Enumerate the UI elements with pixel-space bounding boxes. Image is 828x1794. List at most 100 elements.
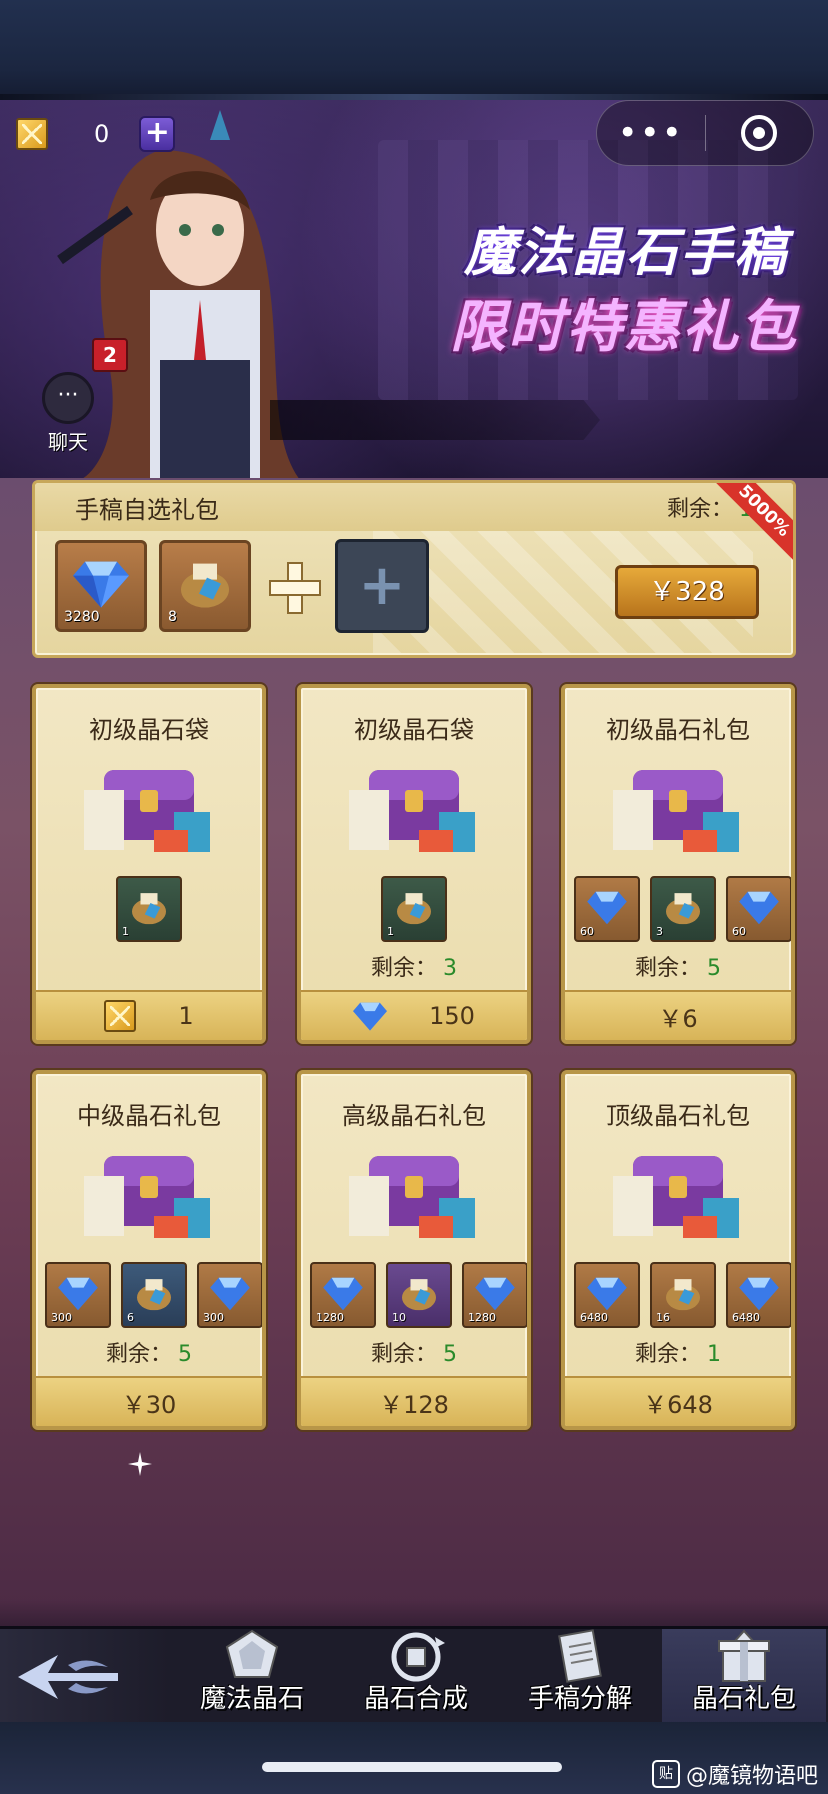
card-item-slot[interactable]: 3 xyxy=(650,876,716,942)
item-count: 3 xyxy=(656,925,663,938)
shop-card[interactable]: 初级晶石礼包 60 3 60 剩余： 5 ￥6 xyxy=(561,684,795,1044)
shop-card[interactable]: 高级晶石礼包 1280 10 1280 剩余： 5 ￥128 xyxy=(297,1070,531,1430)
manuscript-bag-icon xyxy=(137,1279,171,1311)
nav-label: 手稿分解 xyxy=(527,1684,632,1714)
blue-crystal-icon xyxy=(587,891,627,925)
card-item-slot[interactable]: 300 xyxy=(45,1262,111,1328)
manuscript-decompose-icon xyxy=(558,1629,602,1683)
add-currency-button[interactable]: + xyxy=(139,116,176,152)
card-remain-value: 5 xyxy=(178,1342,192,1367)
card-item-slot[interactable]: 1280 xyxy=(310,1262,376,1328)
back-button[interactable] xyxy=(0,1629,170,1725)
card-item-slot[interactable]: 300 xyxy=(197,1262,262,1328)
card-price-button[interactable]: 1 xyxy=(36,990,262,1040)
card-remain: 剩余： 3 xyxy=(370,956,457,981)
manuscript-select-pack: 手稿自选礼包 剩余：1 5000% 3280 8 + ￥328 xyxy=(32,480,796,658)
nav-tab-manuscript-decompose[interactable]: 手稿分解 xyxy=(498,1629,662,1725)
card-item-slot[interactable]: 60 xyxy=(574,876,640,942)
add-item-slot[interactable]: + xyxy=(335,539,429,633)
card-items: 1 xyxy=(36,876,262,942)
gift-item-slot[interactable]: 8 xyxy=(159,540,251,632)
crystal-token-icon xyxy=(16,118,48,150)
blue-crystal-icon xyxy=(58,1277,98,1311)
shop-card[interactable]: 中级晶石礼包 300 6 300 剩余： 5 ￥30 xyxy=(32,1070,266,1430)
banner-bar xyxy=(270,400,600,440)
card-items: 1 xyxy=(301,876,527,942)
item-count: 60 xyxy=(732,925,746,938)
treasure-chest-icon xyxy=(349,1156,475,1238)
card-item-slot[interactable]: 1280 xyxy=(462,1262,527,1328)
gift-pack-header: 手稿自选礼包 剩余：1 xyxy=(35,483,793,531)
item-count: 3280 xyxy=(64,609,100,625)
back-arrow-icon xyxy=(18,1655,118,1699)
card-item-slot[interactable]: 60 xyxy=(726,876,791,942)
chat-bubble-icon xyxy=(42,372,94,424)
nav-label: 晶石礼包 xyxy=(691,1684,796,1714)
card-remain-value: 5 xyxy=(707,956,721,981)
card-item-slot[interactable]: 6480 xyxy=(726,1262,791,1328)
nav-label: 晶石合成 xyxy=(363,1684,468,1714)
chat-button[interactable]: 聊天 xyxy=(40,372,96,455)
shop-card[interactable]: 初级晶石袋 1 剩余： 3 150 xyxy=(297,684,531,1044)
close-miniprogram-button[interactable] xyxy=(706,115,814,151)
shop-card[interactable]: 顶级晶石礼包 6480 16 6480 剩余： 1 ￥648 xyxy=(561,1070,795,1430)
treasure-chest-icon xyxy=(613,770,739,852)
item-count: 300 xyxy=(203,1311,224,1324)
treasure-chest-icon xyxy=(349,770,475,852)
card-items: 1280 10 1280 xyxy=(305,1262,527,1328)
manuscript-bag-icon xyxy=(666,1279,700,1311)
nav-tab-magic-crystal[interactable]: 魔法晶石 xyxy=(170,1629,334,1725)
manuscript-bag-icon xyxy=(132,893,166,925)
card-price-button[interactable]: ￥30 xyxy=(36,1376,262,1426)
nav-tab-crystal-synthesis[interactable]: 晶石合成 xyxy=(334,1629,498,1725)
card-item-slot[interactable]: 10 xyxy=(386,1262,452,1328)
card-items: 300 6 300 xyxy=(40,1262,262,1328)
item-count: 1280 xyxy=(468,1311,496,1324)
nav-label: 魔法晶石 xyxy=(199,1684,304,1714)
more-options-button[interactable]: ••• xyxy=(597,116,705,150)
item-count: 8 xyxy=(168,609,177,625)
treasure-chest-icon xyxy=(84,770,210,852)
plus-icon: + xyxy=(358,553,406,618)
card-remain: 剩余： 1 xyxy=(634,1342,721,1367)
top-frame xyxy=(0,0,828,100)
card-item-slot[interactable]: 6480 xyxy=(574,1262,640,1328)
nav-tab-crystal-gift[interactable]: 晶石礼包 xyxy=(662,1629,826,1725)
blue-crystal-icon xyxy=(739,1277,779,1311)
buy-gift-pack-button[interactable]: ￥328 xyxy=(615,565,759,619)
shop-card[interactable]: 初级晶石袋 1 1 xyxy=(32,684,266,1044)
card-price: ￥128 xyxy=(379,1390,449,1419)
manuscript-bag-icon xyxy=(397,893,431,925)
card-remain: 剩余： 5 xyxy=(370,1342,457,1367)
item-count: 60 xyxy=(580,925,594,938)
card-title: 高级晶石礼包 xyxy=(342,1102,486,1130)
card-price-button[interactable]: 150 xyxy=(301,990,527,1040)
treasure-chest-icon xyxy=(84,1156,210,1238)
card-price: 1 xyxy=(178,1002,194,1030)
blue-crystal-icon xyxy=(210,1277,250,1311)
card-remain: 剩余： 5 xyxy=(634,956,721,981)
card-price: ￥6 xyxy=(658,1004,698,1033)
card-price-button[interactable]: ￥6 xyxy=(565,990,791,1040)
card-title: 初级晶石袋 xyxy=(89,716,209,744)
crystal-gift-icon xyxy=(718,1629,770,1682)
item-count: 1 xyxy=(387,925,394,938)
item-count: 1280 xyxy=(316,1311,344,1324)
card-item-slot[interactable]: 1 xyxy=(116,876,182,942)
target-icon xyxy=(741,115,778,151)
home-indicator[interactable] xyxy=(262,1762,562,1772)
watermark: 贴 @魔镜物语吧 xyxy=(651,1758,818,1790)
currency-display: 0 + xyxy=(16,114,176,154)
blue-crystal-icon xyxy=(73,561,129,608)
card-price-button[interactable]: ￥128 xyxy=(301,1376,527,1426)
card-remain: 剩余： 5 xyxy=(105,1342,192,1367)
sparkle-icon xyxy=(128,1452,152,1476)
card-item-slot[interactable]: 16 xyxy=(650,1262,716,1328)
card-item-slot[interactable]: 1 xyxy=(381,876,447,942)
card-item-slot[interactable]: 6 xyxy=(121,1262,187,1328)
card-price: ￥648 xyxy=(643,1390,713,1419)
card-price-button[interactable]: ￥648 xyxy=(565,1376,791,1426)
gift-item-slot[interactable]: 3280 xyxy=(55,540,147,632)
blue-crystal-icon xyxy=(475,1277,515,1311)
plus-icon xyxy=(269,562,321,614)
